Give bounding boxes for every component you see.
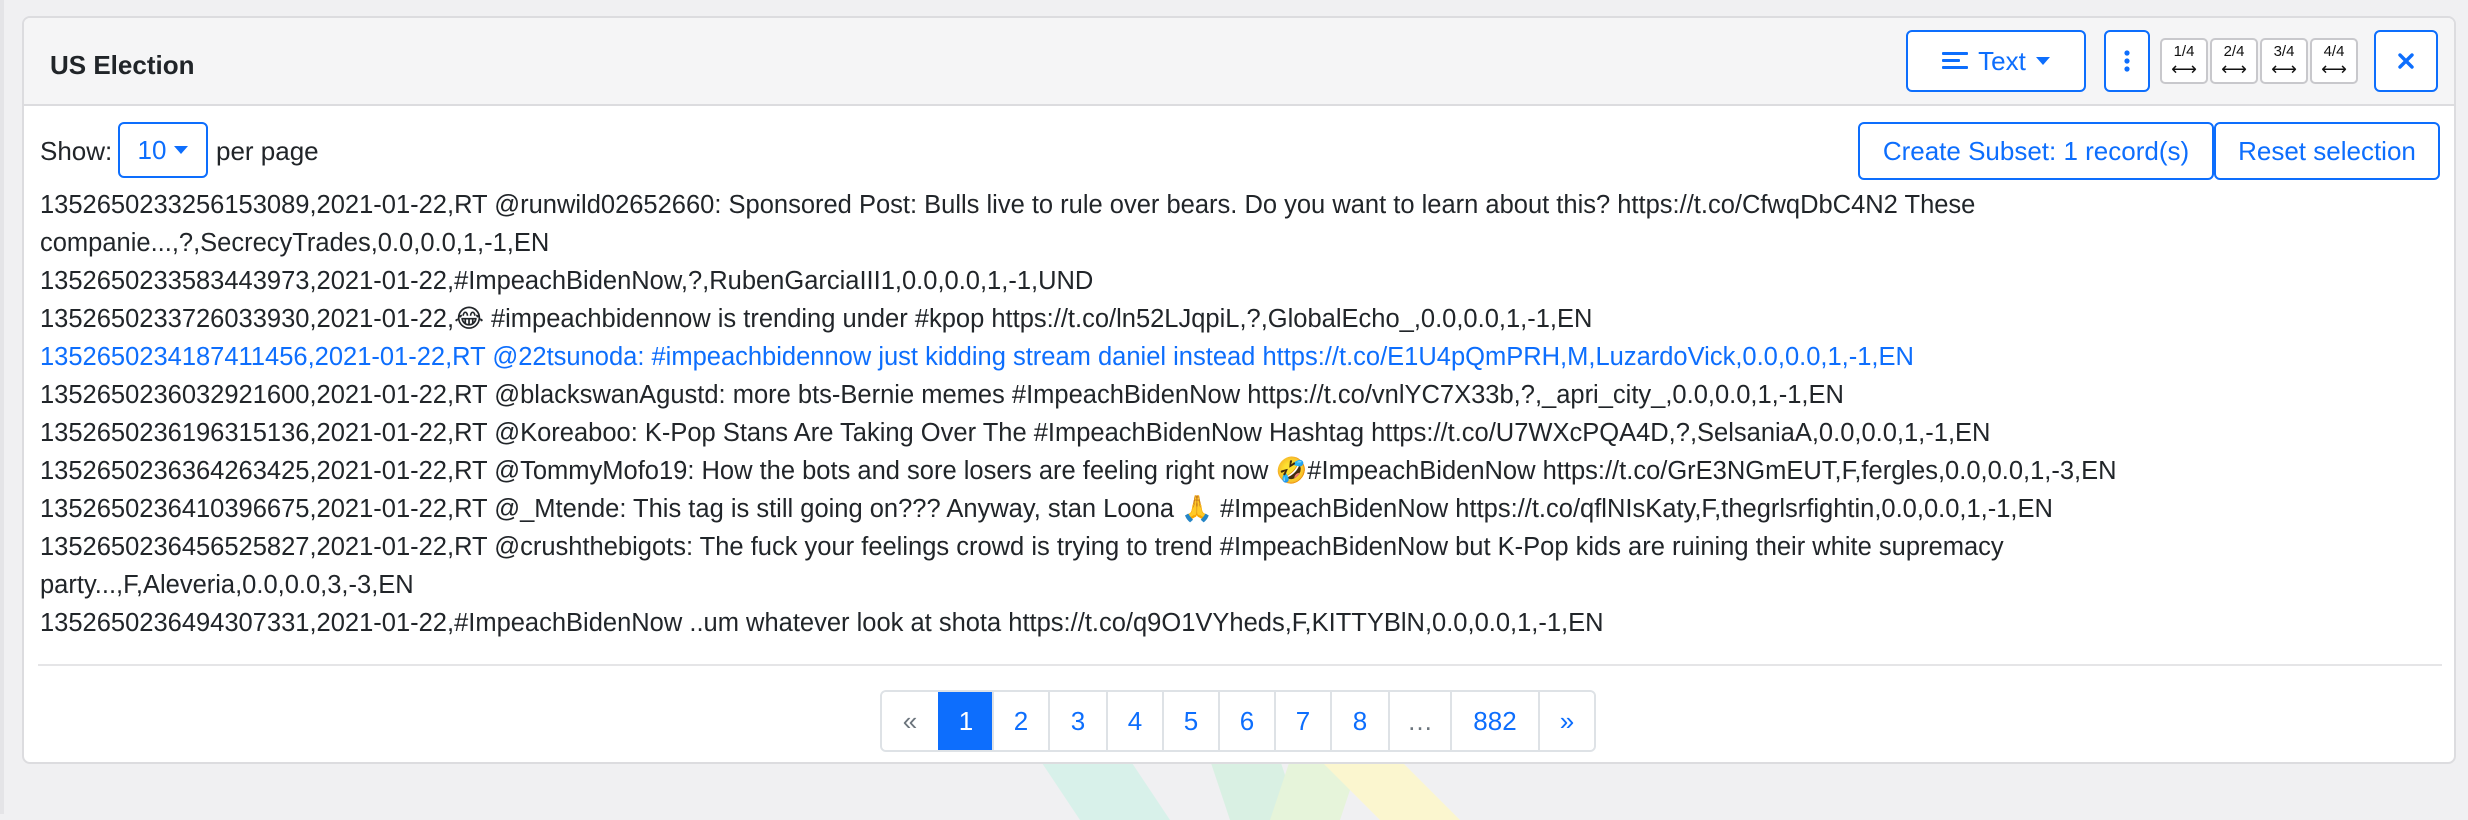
width-full-button[interactable]: 4/4 ⟷ <box>2310 38 2358 84</box>
record-row-selected[interactable]: 1352650234187411456,2021-01-22,RT @22tsu… <box>40 338 2240 376</box>
width-option-label: 1/4 <box>2173 43 2195 60</box>
per-page-select[interactable]: 10 <box>118 122 208 178</box>
page-button-8[interactable]: 8 <box>1330 692 1388 750</box>
pagination: « 1 2 3 4 5 6 7 8 … 882 » <box>880 690 1596 752</box>
horizontal-arrows-icon: ⟷ <box>2171 59 2197 79</box>
close-panel-button[interactable] <box>2374 30 2438 92</box>
chevron-down-icon <box>2035 57 2050 65</box>
reset-selection-button[interactable]: Reset selection <box>2214 122 2440 180</box>
create-subset-button[interactable]: Create Subset: 1 record(s) <box>1858 122 2214 180</box>
page-button-4[interactable]: 4 <box>1106 692 1162 750</box>
record-row[interactable]: 1352650236196315136,2021-01-22,RT @Korea… <box>40 414 2240 452</box>
horizontal-arrows-icon: ⟷ <box>2221 59 2247 79</box>
record-row[interactable]: 1352650236456525827,2021-01-22,RT @crush… <box>40 528 2240 604</box>
left-rail <box>0 0 4 814</box>
background-logo <box>1040 760 1460 820</box>
record-row[interactable]: 1352650236364263425,2021-01-22,RT @Tommy… <box>40 452 2240 490</box>
record-list: 1352650233256153089,2021-01-22,RT @runwi… <box>40 186 2240 642</box>
more-options-button[interactable] <box>2104 30 2150 92</box>
record-row[interactable]: 1352650236032921600,2021-01-22,RT @black… <box>40 376 2240 414</box>
page-next-button[interactable]: » <box>1538 692 1594 750</box>
width-option-label: 2/4 <box>2223 43 2245 60</box>
record-row[interactable]: 1352650233726033930,2021-01-22,😂 #impeac… <box>40 300 2240 338</box>
width-three-quarter-button[interactable]: 3/4 ⟷ <box>2260 38 2308 84</box>
panel-title: US Election <box>50 50 195 80</box>
page-prev-button[interactable]: « <box>882 692 938 750</box>
horizontal-arrows-icon: ⟷ <box>2321 59 2347 79</box>
per-page-label: per page <box>216 136 319 166</box>
page-button-2[interactable]: 2 <box>992 692 1048 750</box>
width-option-label: 3/4 <box>2273 43 2295 60</box>
page-button-1[interactable]: 1 <box>938 692 992 750</box>
width-half-button[interactable]: 2/4 ⟷ <box>2210 38 2258 84</box>
page-button-7[interactable]: 7 <box>1274 692 1330 750</box>
per-page-value: 10 <box>137 134 167 165</box>
divider <box>38 664 2442 666</box>
data-panel: US Election Text 1/4 ⟷ 2/4 ⟷ 3/4 ⟷ 4/4 ⟷… <box>22 16 2456 764</box>
vertical-dots-icon <box>2124 50 2130 72</box>
page-button-3[interactable]: 3 <box>1048 692 1106 750</box>
page-button-6[interactable]: 6 <box>1218 692 1274 750</box>
panel-header: US Election Text 1/4 ⟷ 2/4 ⟷ 3/4 ⟷ 4/4 ⟷ <box>24 18 2454 106</box>
width-quarter-button[interactable]: 1/4 ⟷ <box>2160 38 2208 84</box>
view-mode-label: Text <box>1978 45 2026 76</box>
page-button-882[interactable]: 882 <box>1450 692 1538 750</box>
chevron-down-icon <box>174 146 189 154</box>
close-icon <box>2398 53 2414 69</box>
record-row[interactable]: 1352650233256153089,2021-01-22,RT @runwi… <box>40 186 2240 262</box>
show-label: Show: <box>40 136 113 166</box>
page-button-5[interactable]: 5 <box>1162 692 1218 750</box>
record-row[interactable]: 1352650236410396675,2021-01-22,RT @_Mten… <box>40 490 2240 528</box>
align-left-icon <box>1942 51 1969 71</box>
page-ellipsis: … <box>1388 692 1450 750</box>
record-row[interactable]: 1352650236494307331,2021-01-22,#ImpeachB… <box>40 604 2240 642</box>
record-row[interactable]: 1352650233583443973,2021-01-22,#ImpeachB… <box>40 262 2240 300</box>
horizontal-arrows-icon: ⟷ <box>2271 59 2297 79</box>
width-option-label: 4/4 <box>2323 43 2345 60</box>
view-mode-dropdown[interactable]: Text <box>1906 30 2086 92</box>
